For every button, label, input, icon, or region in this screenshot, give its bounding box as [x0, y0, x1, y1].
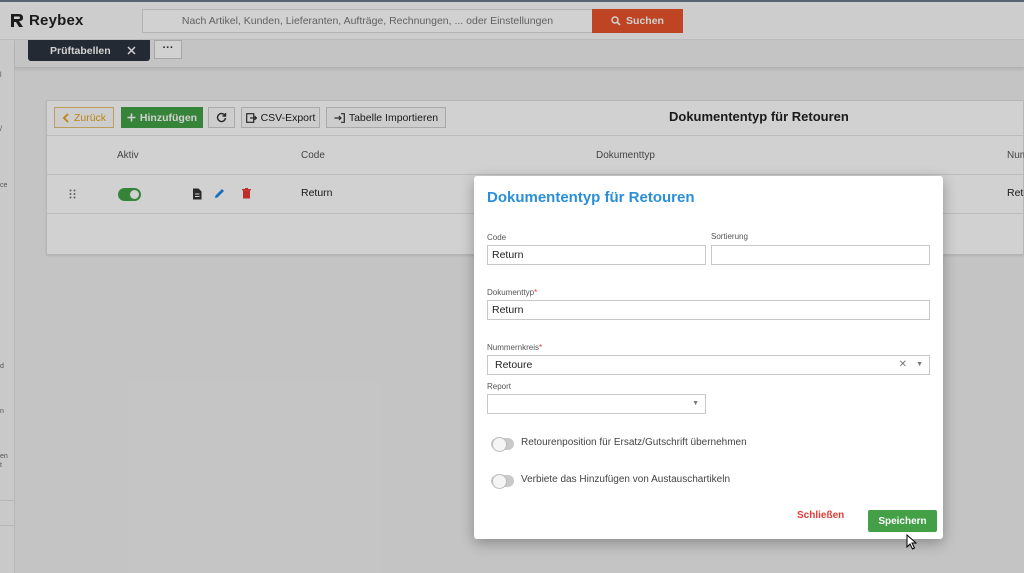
- close-button[interactable]: Schließen: [797, 510, 844, 521]
- doctype-label: Dokumenttyp: [487, 288, 535, 297]
- sort-label: Sortierung: [711, 232, 748, 241]
- switch-forbid-exchange-label: Verbiete das Hinzufügen von Austauschart…: [521, 474, 731, 485]
- switch-replacement-credit[interactable]: [491, 437, 514, 452]
- code-field[interactable]: Return: [487, 245, 706, 265]
- switch-forbid-exchange[interactable]: [491, 474, 514, 489]
- numkreis-label-wrap: Nummernkreis*: [487, 343, 542, 352]
- switch-replacement-credit-label: Retourenposition für Ersatz/Gutschrift ü…: [521, 437, 747, 448]
- clear-icon[interactable]: ✕: [899, 356, 907, 374]
- mouse-cursor-icon: [906, 534, 917, 550]
- required-marker: *: [539, 343, 543, 352]
- dialog-title: Dokumententyp für Retouren: [487, 189, 695, 206]
- required-marker: *: [534, 288, 538, 297]
- edit-dialog: Dokumententyp für Retouren Code Return S…: [474, 176, 943, 539]
- report-label: Report: [487, 382, 512, 391]
- code-label: Code: [487, 233, 507, 242]
- chevron-down-icon[interactable]: ▼: [916, 356, 923, 374]
- report-select[interactable]: ▼: [487, 394, 706, 414]
- doctype-field[interactable]: Return: [487, 300, 930, 320]
- sort-field[interactable]: [711, 245, 930, 265]
- numkreis-value: Retoure: [495, 359, 533, 371]
- numkreis-label: Nummernkreis: [487, 343, 540, 352]
- chevron-down-icon[interactable]: ▼: [692, 395, 699, 413]
- numkreis-select[interactable]: Retoure ✕ ▼: [487, 355, 930, 375]
- save-button[interactable]: Speichern: [868, 510, 937, 532]
- doctype-label-wrap: Dokumenttyp*: [487, 288, 537, 297]
